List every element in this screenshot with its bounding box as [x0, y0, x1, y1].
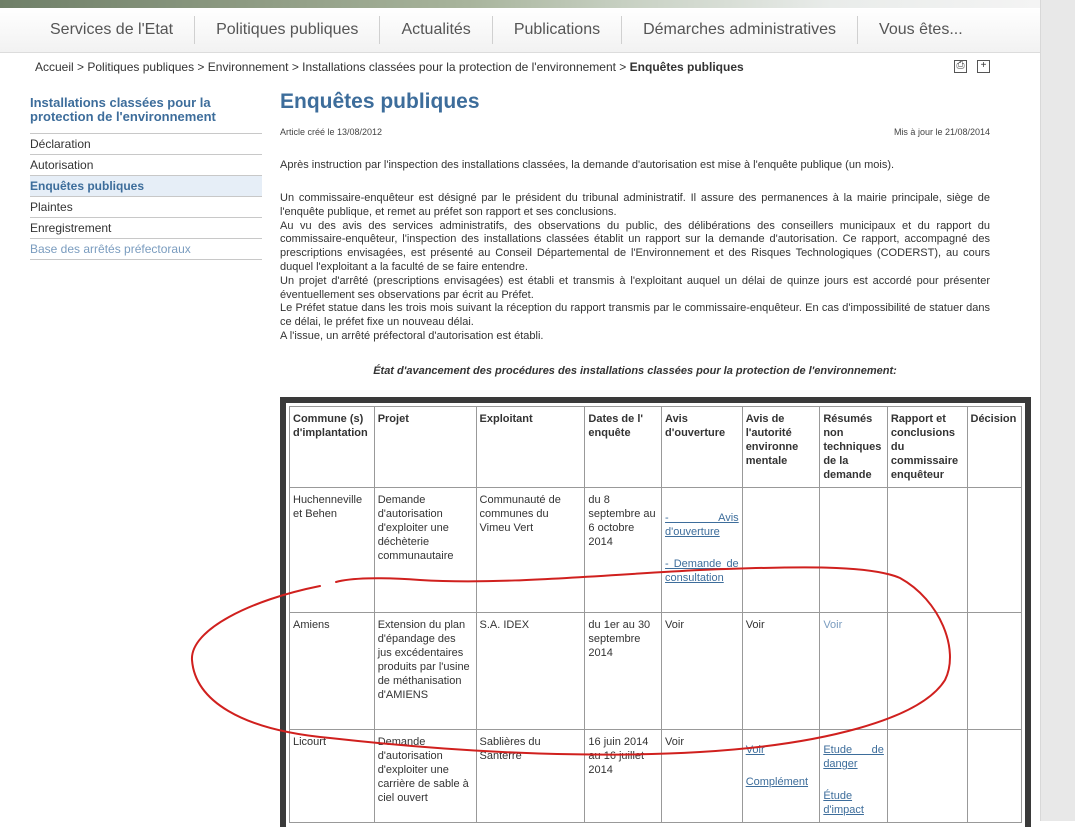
procedures-table: Commune (s) d'implantation Projet Exploi… [289, 406, 1022, 823]
cell-projet: Extension du plan d'épandage des jus exc… [373, 612, 477, 730]
paragraph: Un commissaire-enquêteur est désigné par… [280, 192, 990, 218]
cell-projet: Demande d'autorisation d'exploiter une d… [373, 487, 477, 613]
sidebar-item-declaration[interactable]: Déclaration [30, 134, 262, 155]
column-header: Dates de l' enquête [584, 406, 663, 488]
print-icon[interactable]: ⎙ [954, 60, 967, 73]
autorite-voir-link[interactable]: Voir [746, 744, 765, 756]
column-header: Exploitant [475, 406, 586, 488]
sidebar-item-enquetes-publiques[interactable]: Enquêtes publiques [30, 176, 262, 197]
table-caption: État d'avancement des procédures des ins… [373, 364, 897, 377]
etude-impact-link[interactable]: Étude d'impact [823, 790, 864, 816]
sidebar-item-plaintes[interactable]: Plaintes [30, 197, 262, 218]
complement-link[interactable]: Complément [746, 776, 808, 788]
cell-resume[interactable]: Voir [819, 612, 888, 730]
breadcrumb-path[interactable]: Accueil > Politiques publiques > Environ… [35, 60, 626, 74]
article: Enquêtes publiques Article créé le 13/08… [280, 90, 990, 377]
nav-demarches-administratives[interactable]: Démarches administratives [622, 16, 859, 44]
table-row: Huchenneville et Behen Demande d'autoris… [289, 487, 1022, 613]
main-navigation: Services de l'Etat Politiques publiques … [0, 8, 1040, 53]
column-header: Avis de l'autorité environne mentale [741, 406, 821, 488]
column-header: Commune (s) d'implantation [289, 406, 375, 488]
cell-dates: du 8 septembre au 6 octobre 2014 [584, 487, 663, 613]
table-row: Amiens Extension du plan d'épandage des … [289, 612, 1022, 730]
cell-rapport [886, 612, 968, 730]
cell-autorite[interactable]: Voir [741, 612, 821, 730]
table-row: Licourt Demande d'autorisation d'exploit… [289, 729, 1022, 823]
cell-resume: Etude de danger Étude d'impact [819, 729, 888, 823]
cell-exploitant: Sablières du Santerre [475, 729, 586, 823]
nav-actualites[interactable]: Actualités [380, 16, 493, 44]
sidebar: Installations classées pour la protectio… [30, 96, 262, 260]
intro-paragraph: Après instruction par l'inspection des i… [280, 159, 895, 171]
page-tools: ⎙ + [954, 60, 990, 73]
page-right-gutter [1040, 0, 1075, 821]
etude-danger-link[interactable]: Etude de danger [823, 744, 884, 770]
column-header: Avis d'ouverture [661, 406, 743, 488]
nav-services-etat[interactable]: Services de l'Etat [0, 16, 196, 44]
nav-publications[interactable]: Publications [493, 16, 623, 44]
paragraph: Un projet d'arrêté (prescriptions envisa… [280, 274, 990, 301]
page-title: Enquêtes publiques [280, 90, 480, 113]
sidebar-title[interactable]: Installations classées pour la protectio… [30, 96, 262, 134]
column-header: Rapport et conclusions du commissaire en… [886, 406, 968, 488]
cell-resume [819, 487, 888, 613]
cell-commune: Huchenneville et Behen [289, 487, 375, 613]
avis-ouverture-link[interactable]: - Avis d'ouverture [665, 512, 739, 538]
cell-dates: du 1er au 30 septembre 2014 [584, 612, 663, 730]
nav-politiques-publiques[interactable]: Politiques publiques [195, 16, 381, 44]
table-header-row: Commune (s) d'implantation Projet Exploi… [289, 406, 1022, 488]
cell-decision [966, 612, 1022, 730]
cell-rapport [886, 487, 968, 613]
nav-vous-etes[interactable]: Vous êtes... [858, 16, 984, 44]
procedures-table-frame: Commune (s) d'implantation Projet Exploi… [280, 397, 1031, 827]
cell-commune: Amiens [289, 612, 375, 730]
sidebar-item-base-arretes[interactable]: Base des arrêtés préfectoraux [30, 239, 262, 260]
breadcrumb-current: Enquêtes publiques [629, 60, 744, 74]
breadcrumb: Accueil > Politiques publiques > Environ… [35, 60, 744, 74]
paragraph: A l'issue, un arrêté préfectoral d'autor… [280, 329, 544, 342]
cell-avis[interactable]: Voir [661, 612, 743, 730]
sidebar-item-enregistrement[interactable]: Enregistrement [30, 218, 262, 239]
header-banner-strip [0, 0, 1040, 8]
cell-decision [966, 729, 1022, 823]
cell-autorite [741, 487, 821, 613]
cell-commune: Licourt [289, 729, 375, 823]
paragraph: Le Préfet statue dans les trois mois sui… [280, 302, 990, 329]
cell-autorite: Voir Complément [741, 729, 821, 823]
cell-avis: - Avis d'ouverture - Demande de consulta… [661, 487, 743, 613]
column-header: Décision [966, 406, 1022, 488]
cell-dates: 16 juin 2014 au 16 juillet 2014 [584, 729, 663, 823]
created-date: Article créé le 13/08/2012 [280, 127, 383, 137]
add-icon[interactable]: + [977, 60, 990, 73]
column-header: Résumés non techniques de la demande [819, 406, 888, 488]
cell-rapport [886, 729, 968, 823]
updated-date: Mis à jour le 21/08/2014 [893, 127, 990, 137]
article-meta: Article créé le 13/08/2012 Mis à jour le… [280, 127, 990, 137]
cell-projet: Demande d'autorisation d'exploiter une c… [373, 729, 477, 823]
cell-exploitant: S.A. IDEX [475, 612, 586, 730]
article-body: Un commissaire-enquêteur est désigné par… [280, 192, 990, 344]
cell-avis[interactable]: Voir [661, 729, 743, 823]
cell-exploitant: Communauté de communes du Vimeu Vert [475, 487, 586, 613]
paragraph: Au vu des avis des services administrati… [280, 219, 990, 273]
demande-consultation-link[interactable]: - Demande de consultation [665, 558, 739, 584]
cell-decision [966, 487, 1022, 613]
column-header: Projet [373, 406, 477, 488]
sidebar-item-autorisation[interactable]: Autorisation [30, 155, 262, 176]
